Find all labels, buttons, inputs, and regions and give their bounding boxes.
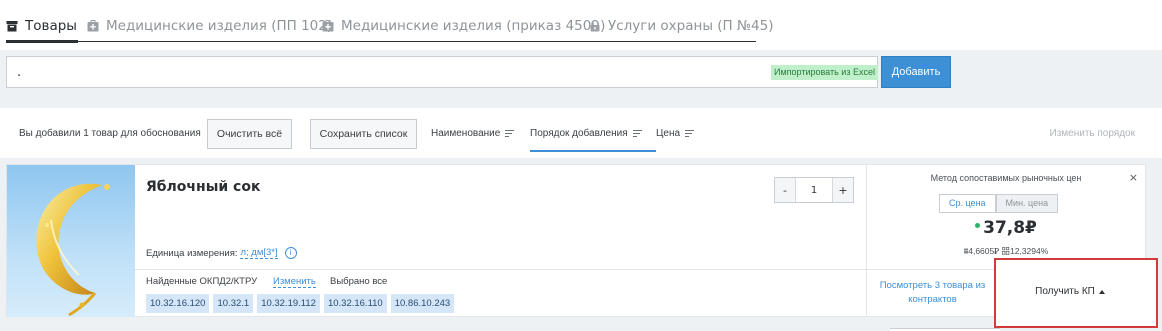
okpd-label: Найденные ОКПД2/КТРУ [146, 276, 258, 287]
unit-row: Единица измерения: л; дм[3*] i [146, 247, 297, 259]
okpd-selected-all: Выбрано все [330, 276, 388, 287]
caret-up-icon [1098, 289, 1105, 294]
increment-button[interactable]: + [833, 178, 853, 202]
medkit-icon [87, 20, 99, 32]
okpd-codes: 10.32.16.120 10.32.1 10.32.19.112 10.32.… [146, 294, 455, 313]
product-image [7, 165, 135, 317]
sort-label: Порядок добавления [530, 128, 628, 139]
sort-by-name[interactable]: Наименование [431, 128, 515, 139]
close-icon[interactable]: × [1129, 171, 1138, 184]
add-button[interactable]: Добавить [881, 56, 951, 88]
search-input[interactable] [6, 56, 878, 88]
tab-min-price[interactable]: Мин. цена [995, 194, 1059, 213]
quantity-value[interactable]: 1 [795, 178, 833, 202]
get-kp-button[interactable]: Получить КП [1002, 268, 1138, 315]
price-tabs: Ср. цена Мин. цена [939, 194, 1059, 213]
tab-goods[interactable]: Товары [6, 16, 77, 36]
lock-icon [589, 19, 601, 32]
quantity-stepper: - 1 + [774, 177, 854, 203]
status-dot-icon [975, 222, 981, 228]
unit-label: Единица измерения: [146, 247, 238, 259]
product-title: Яблочный сок [146, 179, 261, 195]
unit-value-link[interactable]: л; дм[3*] [240, 247, 278, 259]
view-contracts-link[interactable]: Посмотреть 3 товара из контрактов [866, 269, 996, 317]
decrement-button[interactable]: - [775, 178, 795, 202]
sort-lines-icon [632, 130, 642, 137]
import-excel-button[interactable]: Импортировать из Excel [771, 65, 878, 80]
okpd-section: Найденные ОКПД2/КТРУ Изменить Выбрано вс… [135, 269, 866, 317]
tabs-bar: Товары Медицинские изделия (ПП 102) Меди… [0, 0, 1162, 50]
tab-label: Медицинские изделия (ПП 102) [106, 18, 333, 34]
sort-by-added-order[interactable]: Порядок добавления [530, 128, 642, 139]
tabs-divider [6, 41, 756, 42]
highlight-frame: Получить КП [994, 258, 1158, 328]
tab-label: Медицинские изделия (приказ 450н) [341, 18, 606, 34]
active-tab-indicator [6, 40, 78, 43]
medkit-icon [322, 20, 334, 32]
list-toolbar: Вы добавили 1 товар для обоснования Очис… [0, 108, 1162, 158]
save-list-button[interactable]: Сохранить список [310, 119, 417, 149]
okpd-code-chip[interactable]: 10.32.19.112 [257, 294, 320, 313]
added-count-text: Вы добавили 1 товар для обоснования [19, 128, 201, 139]
okpd-code-chip[interactable]: 10.86.10.243 [390, 294, 455, 313]
okpd-change-link[interactable]: Изменить [273, 276, 316, 288]
price-value: 37,8₽ [867, 218, 1145, 238]
search-row: Импортировать из Excel Добавить [0, 50, 1162, 108]
change-order-link[interactable]: Изменить порядок [1050, 128, 1136, 139]
price-panel: Метод сопоставимых рыночных цен × Ср. це… [866, 165, 1146, 269]
tab-average-price[interactable]: Ср. цена [939, 194, 996, 213]
price-amount: 37,8₽ [983, 218, 1037, 238]
active-sort-indicator [530, 150, 656, 152]
price-stats: ⩩4,6605₽ 㗊12,3294% [963, 246, 1049, 256]
clear-all-button[interactable]: Очистить всё [207, 119, 292, 149]
sort-lines-icon [685, 130, 695, 137]
sort-lines-icon [505, 130, 515, 137]
get-kp-label: Получить КП [1035, 286, 1095, 297]
sort-label: Цена [656, 128, 681, 139]
product-card: Яблочный сок - 1 + Единица измерения: л;… [6, 164, 1146, 317]
sort-by-price[interactable]: Цена [656, 128, 695, 139]
price-method-title: Метод сопоставимых рыночных цен [930, 173, 1082, 183]
okpd-code-chip[interactable]: 10.32.1 [213, 294, 254, 313]
tab-medical-102[interactable]: Медицинские изделия (ПП 102) [87, 16, 332, 36]
box-icon [6, 20, 18, 32]
tab-label: Услуги охраны (П №45) [608, 18, 774, 34]
okpd-code-chip[interactable]: 10.32.16.110 [323, 294, 387, 313]
tab-label: Товары [25, 18, 77, 34]
okpd-code-chip[interactable]: 10.32.16.120 [146, 294, 210, 313]
tab-security-services[interactable]: Услуги охраны (П №45) [589, 16, 774, 36]
tab-medical-450n[interactable]: Медицинские изделия (приказ 450н) [322, 16, 605, 36]
sort-label: Наименование [431, 128, 501, 139]
info-icon[interactable]: i [284, 247, 297, 259]
